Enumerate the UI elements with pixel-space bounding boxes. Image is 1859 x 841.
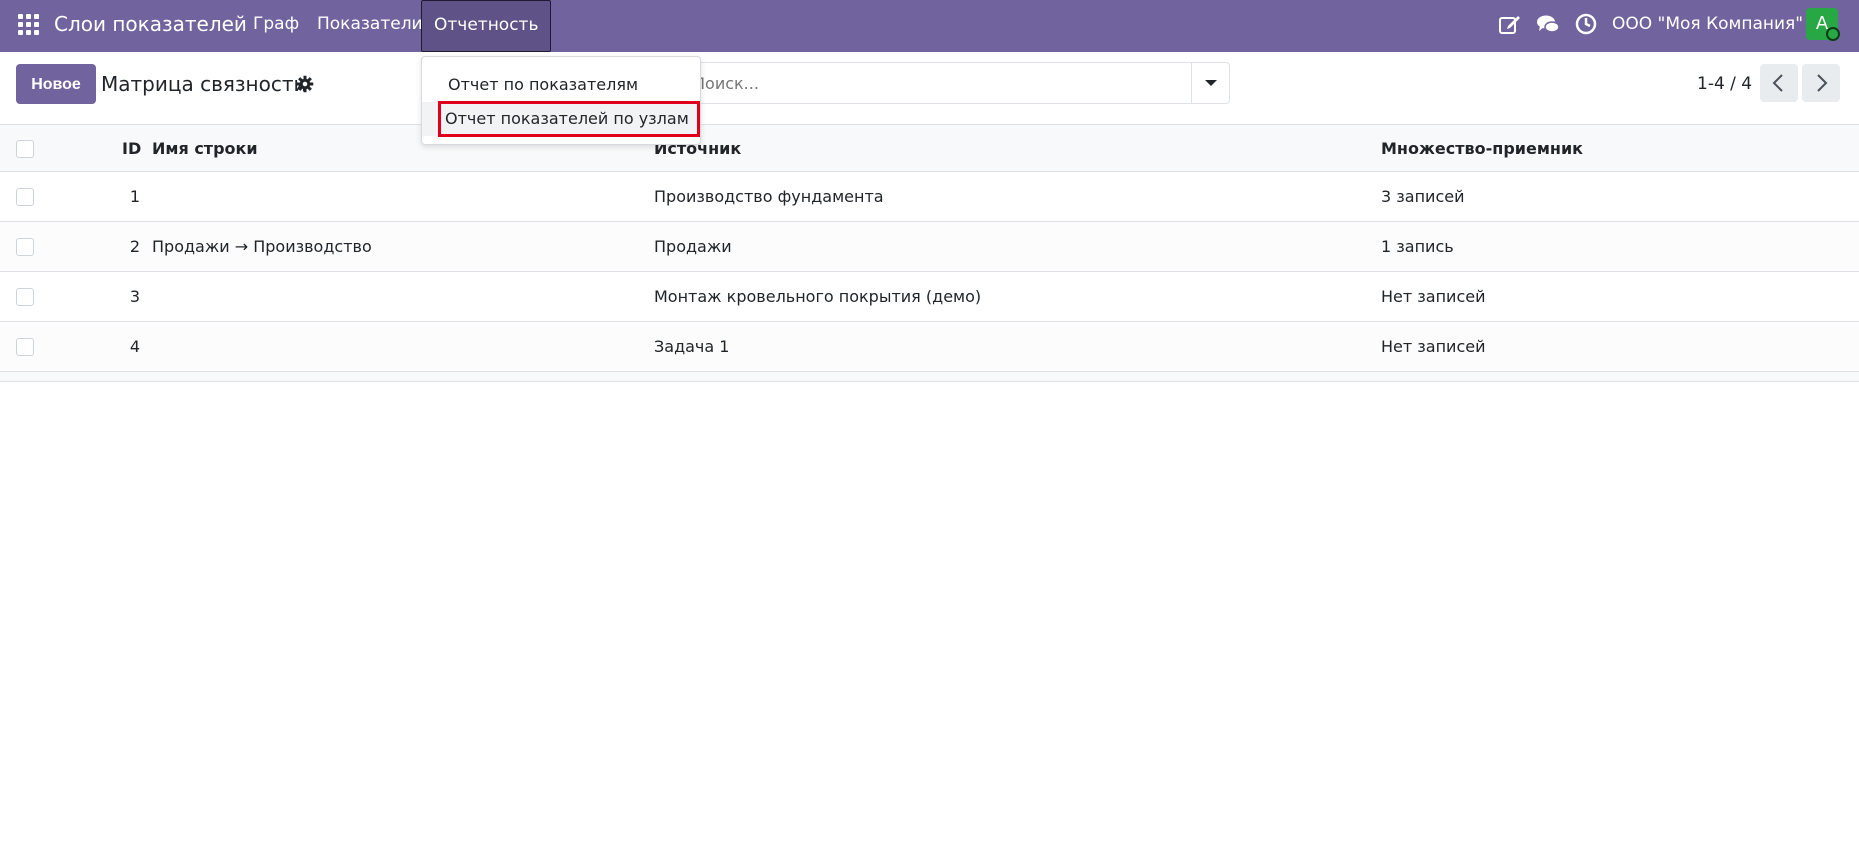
chevron-right-icon xyxy=(1817,74,1828,92)
cell-target: Нет записей xyxy=(1381,287,1486,306)
menu-reporting[interactable]: Отчетность xyxy=(421,0,552,52)
column-header-name[interactable]: Имя строки xyxy=(152,125,258,173)
cell-source: Производство фундамента xyxy=(654,187,884,206)
table-row[interactable]: 1 Производство фундамента 3 записей xyxy=(0,172,1859,222)
view-title: Матрица связности xyxy=(101,72,307,96)
dropdown-item-indicators-report[interactable]: Отчет по показателям xyxy=(422,68,700,102)
row-checkbox[interactable] xyxy=(16,238,34,256)
cell-target: 3 записей xyxy=(1381,187,1465,206)
cell-id: 1 xyxy=(129,187,140,206)
cell-target: 1 запись xyxy=(1381,237,1454,256)
column-header-target[interactable]: Множество-приемник xyxy=(1381,125,1583,173)
clock-icon[interactable] xyxy=(1574,12,1598,36)
chevron-left-icon xyxy=(1772,74,1783,92)
table-header: ID Имя строки Источник Множество-приемни… xyxy=(0,124,1859,172)
cell-source: Продажи xyxy=(654,237,732,256)
row-checkbox[interactable] xyxy=(16,288,34,306)
apps-grid-icon[interactable] xyxy=(18,14,39,35)
cell-name: Продажи → Производство xyxy=(152,237,372,256)
menu-indicators[interactable]: Показатели xyxy=(317,0,423,52)
pager-next-button[interactable] xyxy=(1802,64,1840,102)
dropdown-item-label: Отчет показателей по узлам xyxy=(438,101,700,137)
top-navbar: Слои показателей Граф Показатели Отчетно… xyxy=(0,0,1859,52)
search-options-toggle[interactable] xyxy=(1191,63,1229,103)
company-switcher[interactable]: ООО "Моя Компания" xyxy=(1612,0,1803,52)
cell-target: Нет записей xyxy=(1381,337,1486,356)
select-all-checkbox[interactable] xyxy=(16,140,34,158)
cell-id: 3 xyxy=(129,287,140,306)
cell-source: Монтаж кровельного покрытия (демо) xyxy=(654,287,982,306)
cell-id: 4 xyxy=(129,337,140,356)
dropdown-item-nodes-report[interactable]: Отчет показателей по узлам xyxy=(422,101,700,137)
edit-icon[interactable] xyxy=(1498,12,1522,36)
new-button[interactable]: Новое xyxy=(16,64,96,104)
table-row[interactable]: 2 Продажи → Производство Продажи 1 запис… xyxy=(0,222,1859,272)
table-row[interactable]: 4 Задача 1 Нет записей xyxy=(0,322,1859,372)
gear-icon[interactable] xyxy=(296,75,314,93)
cell-id: 2 xyxy=(129,237,140,256)
search-input[interactable] xyxy=(691,71,1191,95)
column-header-id[interactable]: ID xyxy=(122,125,141,173)
row-checkbox[interactable] xyxy=(16,338,34,356)
caret-down-icon xyxy=(1205,80,1217,86)
dropdown-item-label: Отчет по показателям xyxy=(448,75,639,94)
menu-graph[interactable]: Граф xyxy=(253,0,299,52)
status-online-icon xyxy=(1826,27,1840,41)
app-title[interactable]: Слои показателей xyxy=(54,0,247,52)
pager-previous-button[interactable] xyxy=(1760,64,1798,102)
pager-value[interactable]: 1-4 / 4 xyxy=(1697,70,1752,98)
chat-icon[interactable] xyxy=(1536,12,1560,36)
reporting-dropdown: Отчет по показателям Отчет показателей п… xyxy=(421,56,701,145)
table-row[interactable]: 3 Монтаж кровельного покрытия (демо) Нет… xyxy=(0,272,1859,322)
table-footer xyxy=(0,372,1859,382)
row-checkbox[interactable] xyxy=(16,188,34,206)
cell-source: Задача 1 xyxy=(654,337,730,356)
